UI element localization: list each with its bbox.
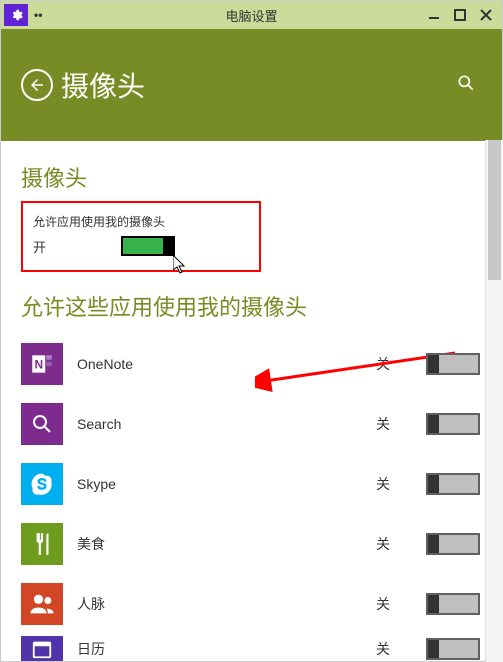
- app-name: Skype: [77, 476, 376, 492]
- app-icon: [4, 4, 28, 26]
- scrollbar[interactable]: [485, 140, 503, 662]
- highlight-annotation: 允许应用使用我的摄像头 开: [21, 201, 261, 272]
- app-row-onenote: N OneNote 关: [21, 334, 480, 394]
- app-toggle-skype[interactable]: [426, 473, 480, 495]
- camera-permission-label: 允许应用使用我的摄像头: [33, 213, 249, 230]
- section-camera-title: 摄像头: [21, 161, 502, 193]
- camera-toggle[interactable]: [121, 236, 175, 256]
- maximize-button[interactable]: [454, 9, 466, 21]
- cursor-icon: [173, 255, 189, 280]
- section-apps-title: 允许这些应用使用我的摄像头: [21, 290, 502, 322]
- back-button[interactable]: [21, 69, 53, 101]
- window-title: 电脑设置: [225, 6, 277, 25]
- close-button[interactable]: [480, 9, 492, 21]
- app-toggle-food[interactable]: [426, 533, 480, 555]
- page-header: 摄像头: [1, 29, 502, 141]
- app-list: N OneNote 关 Search 关 Skype 关 美食 关: [21, 334, 502, 661]
- settings-window: •• 电脑设置 摄像头 摄像头 允许应用使用我的摄像头 开: [0, 0, 503, 662]
- app-row-food: 美食 关: [21, 514, 480, 574]
- skype-icon: [21, 463, 63, 505]
- search-icon: [456, 73, 476, 93]
- app-name: Search: [77, 416, 376, 432]
- calendar-icon: [21, 636, 63, 661]
- page-title: 摄像头: [61, 65, 145, 105]
- food-icon: [21, 523, 63, 565]
- app-toggle-calendar[interactable]: [426, 638, 480, 660]
- app-row-skype: Skype 关: [21, 454, 480, 514]
- app-toggle-search[interactable]: [426, 413, 480, 435]
- app-toggle-people[interactable]: [426, 593, 480, 615]
- app-name: 人脉: [77, 594, 376, 614]
- app-toggle-state: 关: [376, 474, 426, 494]
- app-toggle-state: 关: [376, 594, 426, 614]
- camera-toggle-row: 开: [33, 236, 249, 256]
- scroll-thumb[interactable]: [488, 140, 501, 280]
- window-controls: [428, 9, 502, 21]
- menu-dots[interactable]: ••: [34, 8, 42, 22]
- app-row-search: Search 关: [21, 394, 480, 454]
- svg-text:N: N: [34, 357, 43, 371]
- gear-icon: [9, 8, 23, 22]
- app-toggle-state: 关: [376, 414, 426, 434]
- app-toggle-state: 关: [376, 534, 426, 554]
- search-button[interactable]: [450, 67, 482, 104]
- app-name: 日历: [77, 639, 376, 659]
- camera-toggle-state: 开: [33, 237, 121, 256]
- titlebar: •• 电脑设置: [1, 1, 502, 29]
- onenote-icon: N: [21, 343, 63, 385]
- app-name: OneNote: [77, 356, 376, 372]
- content-area: 摄像头 允许应用使用我的摄像头 开 允许这些应用使用我的摄像头 N OneNot…: [1, 141, 502, 661]
- app-row-calendar: 日历 关: [21, 634, 480, 661]
- people-icon: [21, 583, 63, 625]
- app-toggle-state: 关: [376, 639, 426, 659]
- back-arrow-icon: [28, 76, 46, 94]
- search-app-icon: [21, 403, 63, 445]
- app-row-people: 人脉 关: [21, 574, 480, 634]
- minimize-button[interactable]: [428, 9, 440, 21]
- app-name: 美食: [77, 534, 376, 554]
- app-toggle-onenote[interactable]: [426, 353, 480, 375]
- app-toggle-state: 关: [376, 354, 426, 374]
